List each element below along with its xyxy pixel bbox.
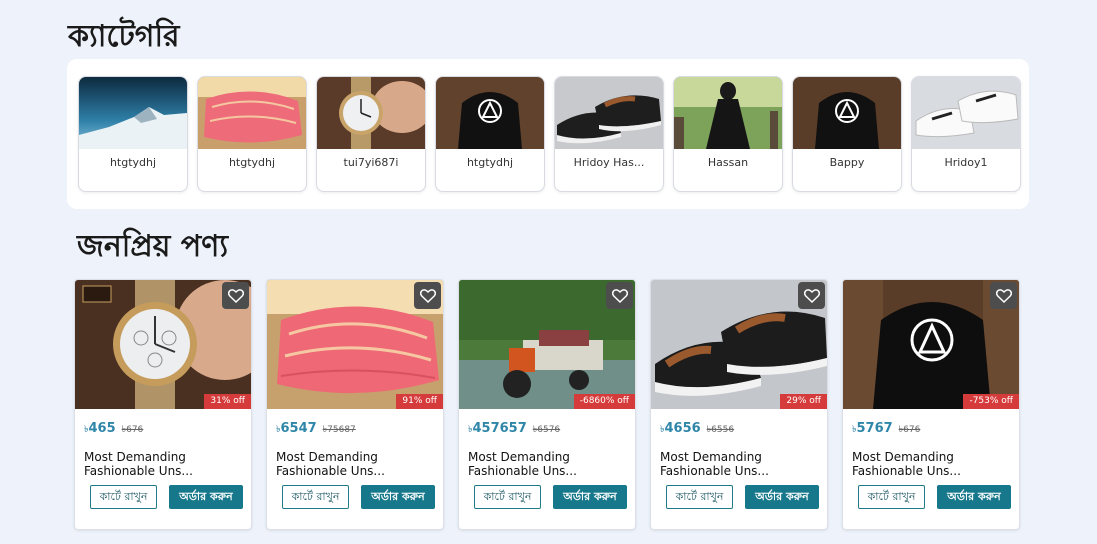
product-name[interactable]: Most Demanding Fashionable Uns... (660, 450, 820, 478)
order-button[interactable]: অর্ডার করুন (169, 485, 243, 509)
category-label: Hassan (707, 156, 749, 169)
category-label: htgtydhj (109, 156, 157, 169)
discount-badge: -753% off (963, 394, 1019, 409)
heart-icon[interactable] (606, 282, 633, 309)
product-card[interactable]: 31% off ৳465 ৳676 Most Demanding Fashion… (74, 279, 252, 530)
category-card[interactable]: tui7yi687i (316, 76, 426, 192)
shoes-image (555, 77, 663, 149)
mountain-image (79, 77, 187, 149)
category-card[interactable]: Hridoy1 (911, 76, 1021, 192)
sneakers-image (912, 77, 1020, 149)
category-label: tui7yi687i (343, 156, 399, 169)
product-name[interactable]: Most Demanding Fashionable Uns... (84, 450, 244, 478)
category-card[interactable]: Hassan (673, 76, 783, 192)
heart-icon[interactable] (990, 282, 1017, 309)
current-price: ৳5767 (852, 421, 893, 436)
discount-badge: 29% off (780, 394, 827, 409)
add-to-cart-button[interactable]: কার্টে রাখুন (282, 485, 349, 509)
old-price: ৳676 (898, 425, 921, 435)
old-price: ৳75687 (322, 425, 356, 435)
old-price: ৳676 (121, 425, 144, 435)
heart-icon[interactable] (414, 282, 441, 309)
current-price: ৳457657 (468, 421, 527, 436)
product-card[interactable]: 29% off ৳4656 ৳6556 Most Demanding Fashi… (650, 279, 828, 530)
popular-products-title: জনপ্রিয় পণ্য (77, 229, 229, 264)
old-price: ৳6556 (706, 425, 735, 435)
category-card[interactable]: Bappy (792, 76, 902, 192)
category-card[interactable]: htgtydhj (435, 76, 545, 192)
categories-panel: htgtydhj htgtydhj tui7yi687i htgtydhj Hr… (67, 59, 1029, 209)
hoodie-image (793, 77, 901, 149)
category-label: Hridoy Has... (573, 156, 645, 169)
product-card[interactable]: -6860% off ৳457657 ৳6576 Most Demanding … (458, 279, 636, 530)
category-label: htgtydhj (228, 156, 276, 169)
product-card[interactable]: 91% off ৳6547 ৳75687 Most Demanding Fash… (266, 279, 444, 530)
hoodie-image (436, 77, 544, 149)
product-name[interactable]: Most Demanding Fashionable Uns... (276, 450, 436, 478)
discount-badge: 91% off (396, 394, 443, 409)
category-label: Hridoy1 (944, 156, 988, 169)
order-button[interactable]: অর্ডার করুন (937, 485, 1011, 509)
quilt-image (198, 77, 306, 149)
add-to-cart-button[interactable]: কার্টে রাখুন (90, 485, 157, 509)
product-name[interactable]: Most Demanding Fashionable Uns... (852, 450, 1012, 478)
product-list: 31% off ৳465 ৳676 Most Demanding Fashion… (74, 279, 1020, 530)
add-to-cart-button[interactable]: কার্টে রাখুন (858, 485, 925, 509)
discount-badge: 31% off (204, 394, 251, 409)
current-price: ৳465 (84, 421, 116, 436)
current-price: ৳4656 (660, 421, 701, 436)
category-card[interactable]: Hridoy Has... (554, 76, 664, 192)
category-label: htgtydhj (466, 156, 514, 169)
category-card[interactable]: htgtydhj (78, 76, 188, 192)
discount-badge: -6860% off (573, 394, 635, 409)
old-price: ৳6576 (532, 425, 561, 435)
heart-icon[interactable] (798, 282, 825, 309)
watch-image (317, 77, 425, 149)
category-card[interactable]: htgtydhj (197, 76, 307, 192)
categories-title: ক্যাটেগরি (68, 19, 180, 54)
category-label: Bappy (829, 156, 865, 169)
add-to-cart-button[interactable]: কার্টে রাখুন (474, 485, 541, 509)
add-to-cart-button[interactable]: কার্টে রাখুন (666, 485, 733, 509)
order-button[interactable]: অর্ডার করুন (745, 485, 819, 509)
heart-icon[interactable] (222, 282, 249, 309)
current-price: ৳6547 (276, 421, 317, 436)
order-button[interactable]: অর্ডার করুন (553, 485, 627, 509)
dress-image (674, 77, 782, 149)
product-card[interactable]: -753% off ৳5767 ৳676 Most Demanding Fash… (842, 279, 1020, 530)
product-name[interactable]: Most Demanding Fashionable Uns... (468, 450, 628, 478)
order-button[interactable]: অর্ডার করুন (361, 485, 435, 509)
